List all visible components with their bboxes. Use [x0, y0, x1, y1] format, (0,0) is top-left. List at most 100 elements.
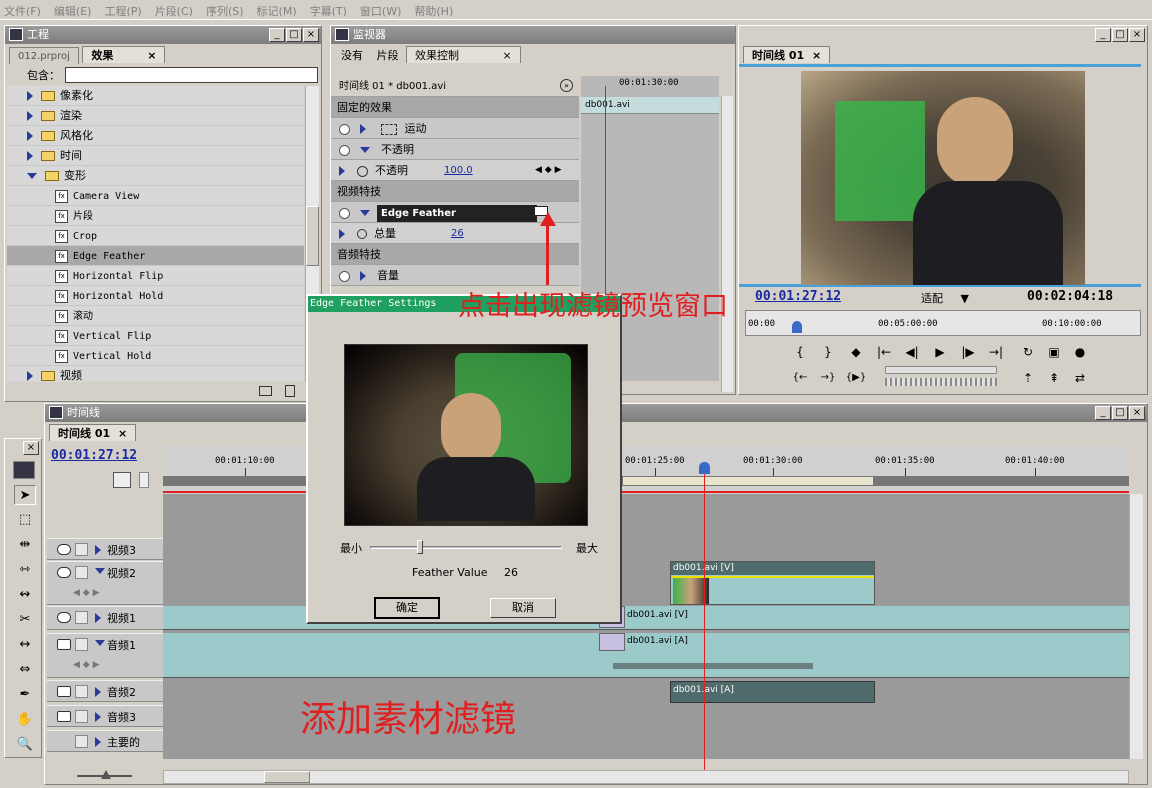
shuttle-slider[interactable] — [885, 366, 997, 374]
timeline-timecode[interactable]: 00:01:27:12 — [51, 448, 137, 463]
slider-thumb[interactable] — [416, 540, 423, 554]
chevron-right-icon[interactable] — [95, 712, 101, 722]
collapse-icon[interactable] — [359, 147, 370, 153]
marker-icon[interactable] — [139, 472, 149, 488]
close-icon[interactable]: × — [303, 28, 319, 42]
expand-icon[interactable] — [339, 166, 345, 176]
tab-project[interactable]: 012.prproj — [9, 47, 79, 64]
eye-icon[interactable] — [57, 612, 71, 623]
collapse-icon[interactable] — [359, 210, 370, 216]
step-forward-icon[interactable]: |▶ — [957, 342, 979, 362]
hand-tool-icon[interactable]: ✋ — [14, 710, 36, 730]
speaker-icon[interactable] — [57, 711, 71, 722]
close-icon[interactable]: × — [1129, 28, 1145, 42]
close-icon[interactable]: × — [1129, 406, 1145, 420]
tree-item[interactable]: fx 片段 — [7, 206, 304, 226]
chevron-down-icon[interactable] — [95, 568, 105, 574]
expand-icon[interactable] — [359, 124, 366, 134]
ec-collapse-icon[interactable]: » — [560, 79, 573, 92]
pen-tool-icon[interactable]: ✒ — [14, 685, 36, 705]
bin-icon[interactable] — [259, 386, 272, 396]
minimize-icon[interactable]: _ — [1095, 28, 1111, 42]
scroll-thumb[interactable] — [264, 771, 310, 783]
tree-item[interactable]: fx Vertical Hold — [7, 346, 304, 366]
tree-item[interactable]: fx Vertical Flip — [7, 326, 304, 346]
keyframe-nav-icon[interactable]: ◀ ◆ ▶ — [73, 660, 100, 670]
chevron-down-icon[interactable] — [27, 173, 37, 179]
chevron-right-icon[interactable] — [95, 737, 101, 747]
tree-item[interactable]: fx 滚动 — [7, 306, 304, 326]
ec-scrollbar[interactable] — [721, 96, 733, 392]
chevron-right-icon[interactable] — [95, 545, 101, 555]
chevron-down-icon[interactable] — [95, 640, 105, 646]
menu-item[interactable]: 帮助(H) — [414, 5, 453, 18]
menu-item[interactable]: 字幕(T) — [310, 5, 347, 18]
goto-prev-edit-icon[interactable]: {← — [789, 368, 811, 388]
rate-stretch-tool-icon[interactable]: ↭ — [14, 585, 36, 605]
close-icon[interactable]: × — [23, 441, 39, 455]
loop-icon[interactable]: ↻ — [1017, 342, 1039, 362]
chevron-right-icon[interactable] — [27, 371, 33, 381]
tab-none[interactable]: 没有 — [335, 49, 369, 62]
tree-item[interactable]: fx Camera View — [7, 186, 304, 206]
fx-toggle-icon[interactable] — [339, 270, 350, 282]
lock-toggle[interactable] — [75, 735, 88, 748]
tab-close-icon[interactable]: × — [147, 49, 156, 62]
timeline-playhead[interactable] — [704, 466, 705, 770]
tree-item[interactable]: 变形 — [7, 166, 304, 186]
tab-effects[interactable]: 效果 × — [82, 46, 166, 63]
zoom-slider[interactable] — [49, 770, 157, 782]
tree-item[interactable]: fx Edge Feather — [7, 246, 304, 266]
tree-item[interactable]: 视频 — [7, 366, 304, 382]
clip-a1[interactable]: db001.avi [A] — [163, 633, 1129, 678]
chevron-right-icon[interactable] — [27, 131, 33, 141]
maximize-icon[interactable]: □ — [1112, 28, 1128, 42]
marker-icon[interactable]: ◆ — [845, 342, 867, 362]
motion-row[interactable]: 运动 — [331, 118, 579, 139]
tab-close-icon[interactable]: × — [503, 49, 512, 62]
rolling-edit-tool-icon[interactable]: ⇿ — [14, 560, 36, 580]
stopwatch-icon[interactable] — [356, 229, 367, 239]
step-back-icon[interactable]: ◀| — [901, 342, 923, 362]
chevron-right-icon[interactable] — [95, 613, 101, 623]
tab-close-icon[interactable]: × — [812, 49, 821, 62]
track-select-tool-icon[interactable]: ⬚ — [14, 510, 36, 530]
menu-item[interactable]: 编辑(E) — [54, 5, 92, 18]
tab-clip[interactable]: 片段 — [373, 49, 403, 62]
program-playhead[interactable] — [792, 321, 802, 333]
tab-effect-controls[interactable]: 效果控制 × — [406, 46, 521, 63]
track-header[interactable]: 音频2 — [47, 680, 163, 702]
scroll-thumb[interactable] — [306, 206, 319, 266]
menu-item[interactable]: 标记(M) — [257, 5, 297, 18]
lock-toggle[interactable] — [75, 710, 88, 723]
timeline-vscroll[interactable] — [1129, 494, 1143, 759]
fit-dropdown[interactable]: 适配 ▼ — [921, 290, 969, 306]
playhead-handle[interactable] — [699, 462, 710, 474]
tree-item[interactable]: 像素化 — [7, 86, 304, 106]
opacity-value[interactable]: 100.0 — [444, 160, 473, 181]
zoom-thumb[interactable] — [101, 770, 111, 779]
work-area-range[interactable] — [623, 477, 873, 485]
clip-v2[interactable]: db001.avi [V] — [670, 561, 875, 605]
slide-tool-icon[interactable]: ⇔ — [14, 660, 36, 680]
track-header[interactable]: 视频2 ◀ ◆ ▶ — [47, 561, 163, 605]
chevron-right-icon[interactable] — [95, 687, 101, 697]
eye-icon[interactable] — [57, 544, 71, 555]
maximize-icon[interactable]: □ — [1112, 406, 1128, 420]
fx-toggle-icon[interactable] — [339, 123, 350, 135]
stopwatch-icon[interactable] — [356, 165, 368, 177]
tab-timeline[interactable]: 时间线 01 × — [49, 424, 137, 441]
menu-item[interactable]: 工程(P) — [104, 5, 141, 18]
tree-item[interactable]: 时间 — [7, 146, 304, 166]
chevron-right-icon[interactable] — [27, 91, 33, 101]
keyframe-nav-icon[interactable]: ◀ ◆ ▶ — [535, 160, 562, 181]
cancel-button[interactable]: 取消 — [490, 598, 556, 618]
keyframe-nav-icon[interactable]: ◀ ◆ ▶ — [73, 588, 100, 598]
minimize-icon[interactable]: _ — [1095, 406, 1111, 420]
lock-toggle[interactable] — [75, 611, 88, 624]
tree-item[interactable]: 渲染 — [7, 106, 304, 126]
tree-item[interactable]: 风格化 — [7, 126, 304, 146]
play-in-out-icon[interactable]: {▶} — [845, 368, 867, 388]
maximize-icon[interactable]: □ — [286, 28, 302, 42]
fx-toggle-icon[interactable] — [339, 144, 350, 156]
